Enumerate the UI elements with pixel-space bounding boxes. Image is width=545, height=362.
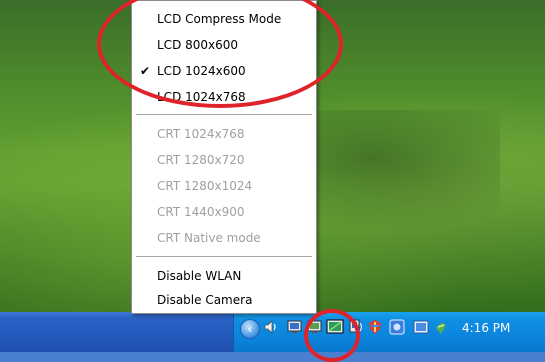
menu-item-label: LCD 800x600 xyxy=(157,38,239,52)
menu-separator xyxy=(136,256,312,258)
menu-item-label: CRT 1440x900 xyxy=(157,205,245,219)
monitor-icon[interactable] xyxy=(306,318,324,336)
display-mode-context-menu: LCD Compress Mode LCD 800x600 ✔ LCD 1024… xyxy=(131,0,317,314)
menu-item-disable-wlan[interactable]: Disable WLAN xyxy=(132,263,316,289)
menu-item-label: CRT 1280x1024 xyxy=(157,179,253,193)
bluetooth-icon[interactable] xyxy=(432,318,450,336)
menu-item-label: CRT 1280x720 xyxy=(157,153,245,167)
menu-item-label: LCD 1024x768 xyxy=(157,90,246,104)
menu-item-label: CRT 1024x768 xyxy=(157,127,245,141)
menu-item-label: Disable WLAN xyxy=(157,269,242,283)
menu-item-crt-1280x720: CRT 1280x720 xyxy=(132,147,316,173)
security-shield-icon[interactable] xyxy=(366,318,384,336)
menu-item-disable-camera[interactable]: Disable Camera xyxy=(132,287,316,313)
menu-item-crt-1280x1024: CRT 1280x1024 xyxy=(132,173,316,199)
menu-item-label: LCD Compress Mode xyxy=(157,12,282,26)
menu-separator xyxy=(136,114,312,116)
checkmark-icon: ✔ xyxy=(140,64,151,78)
menu-item-crt-1440x900: CRT 1440x900 xyxy=(132,199,316,225)
menu-item-crt-native-mode: CRT Native mode xyxy=(132,225,316,251)
menu-item-label: CRT Native mode xyxy=(157,231,261,245)
speaker-icon[interactable] xyxy=(262,318,280,336)
display-settings-icon[interactable] xyxy=(326,318,344,336)
menu-item-lcd-1024x600[interactable]: ✔ LCD 1024x600 xyxy=(132,58,316,84)
menu-item-lcd-800x600[interactable]: LCD 800x600 xyxy=(132,32,316,58)
taskbar-clock[interactable]: 4:16 PM xyxy=(462,319,542,337)
show-hidden-icons-button[interactable]: ‹ xyxy=(240,319,260,339)
application-icon[interactable] xyxy=(412,318,430,336)
menu-item-lcd-compress-mode[interactable]: LCD Compress Mode xyxy=(132,6,316,32)
menu-item-crt-1024x768: CRT 1024x768 xyxy=(132,121,316,147)
application-icon[interactable] xyxy=(388,318,406,336)
menu-item-label: Disable Camera xyxy=(157,293,253,307)
menu-item-lcd-1024x768[interactable]: LCD 1024x768 xyxy=(132,84,316,110)
menu-item-label: LCD 1024x600 xyxy=(157,64,246,78)
monitor-icon[interactable] xyxy=(286,318,304,336)
network-icon[interactable] xyxy=(346,318,364,336)
